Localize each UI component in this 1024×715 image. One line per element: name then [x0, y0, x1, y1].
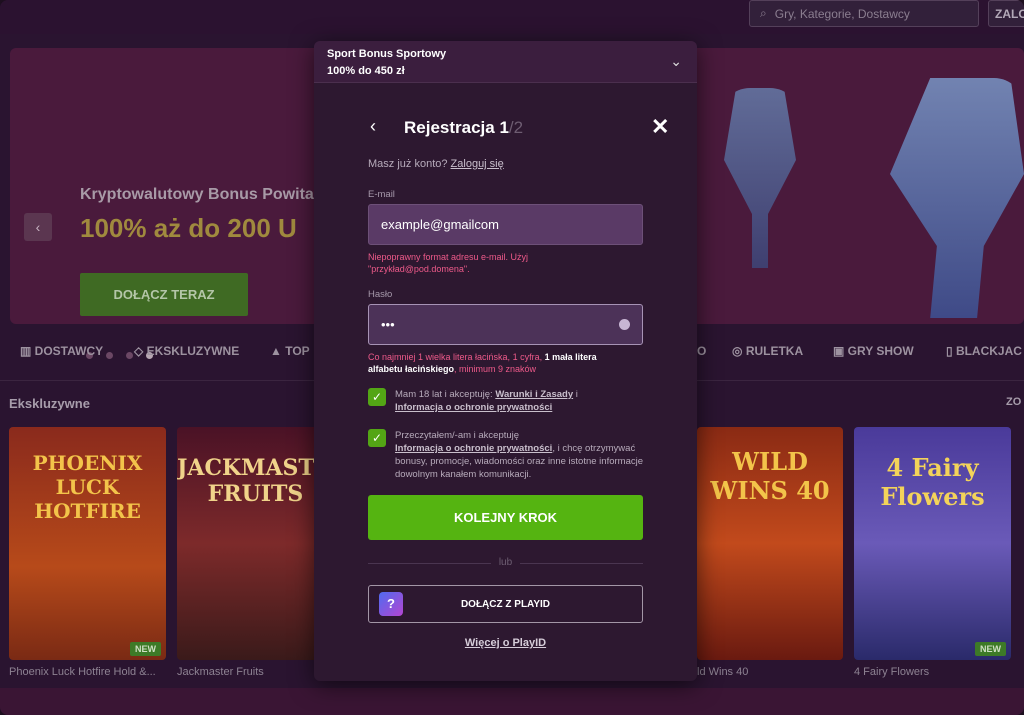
category-providers[interactable]: ▥ DOSTAWCY — [20, 344, 103, 358]
game-label: 4 Fairy Flowers — [854, 666, 930, 678]
section-more-link[interactable]: ZO — [1006, 396, 1021, 408]
playid-icon: ? — [379, 592, 403, 616]
section-title: Ekskluzywne — [9, 396, 90, 411]
marketing-checkbox[interactable]: ✓ — [368, 429, 386, 447]
bitcoin-trophy-icon — [890, 78, 1024, 318]
game-label: Phoenix Luck Hotfire Hold &... — [9, 666, 156, 678]
category-top[interactable]: ▲ TOP — [270, 344, 310, 358]
category-blackjack[interactable]: ▯ BLACKJAC — [946, 344, 1022, 358]
age-terms-checkbox[interactable]: ✓ — [368, 388, 386, 406]
chevron-left-icon[interactable]: ‹ — [24, 213, 52, 241]
close-icon[interactable]: ✕ — [651, 114, 669, 140]
banner-headline: 100% aż do 200 U — [80, 213, 297, 243]
game-title-art: 4 Fairy Flowers — [880, 453, 985, 511]
game-card[interactable]: JACKMASTER FRUITS — [177, 427, 334, 660]
back-arrow-icon[interactable]: ‹ — [370, 116, 376, 137]
email-field[interactable]: example@gmailcom — [368, 204, 643, 245]
category-roulette[interactable]: ◎ RULETKA — [732, 344, 803, 358]
game-title-art: PHOENIX LUCK HOTFIRE — [32, 451, 143, 523]
new-badge: NEW — [130, 642, 161, 656]
login-button[interactable]: ZALO — [988, 0, 1024, 27]
password-hint: Co najmniej 1 wielka litera łacińska, 1 … — [368, 352, 597, 374]
or-separator: lub — [314, 557, 697, 568]
playid-button[interactable]: ? DOŁĄCZ Z PLAYID — [368, 585, 643, 623]
game-card[interactable]: PHOENIX LUCK HOTFIRE NEW — [9, 427, 166, 660]
game-label: ld Wins 40 — [697, 666, 749, 678]
password-field[interactable]: ••• — [368, 304, 643, 345]
game-label: Jackmaster Fruits — [177, 666, 264, 678]
game-card[interactable]: WILD WINS 40 — [697, 427, 843, 660]
game-title-art: JACKMASTER FRUITS — [177, 455, 334, 507]
bitcoin-trophy-icon — [724, 88, 796, 268]
bonus-amount: 100% do 450 zł — [327, 65, 405, 77]
next-step-button[interactable]: KOLEJNY KROK — [368, 495, 643, 540]
password-value: ••• — [381, 317, 395, 332]
category-exclusive[interactable]: ◇ EKSKLUZYWNE — [134, 344, 239, 358]
modal-title: Rejestracja 1/2 — [404, 118, 524, 137]
bottom-strip — [0, 688, 1024, 715]
registration-modal: Sport Bonus Sportowy 100% do 450 zł ⌄ ‹ … — [314, 41, 697, 681]
playid-label: DOŁĄCZ Z PLAYID — [460, 599, 551, 610]
bonus-name: Sport Bonus Sportowy — [327, 48, 447, 60]
category-partial[interactable]: O — [697, 344, 706, 358]
top-bar: ⌕ Gry, Kategorie, Dostawcy ZALO — [0, 0, 1024, 34]
page: ⌕ Gry, Kategorie, Dostawcy ZALO ‹ Krypto… — [0, 0, 1024, 715]
search-input[interactable]: ⌕ Gry, Kategorie, Dostawcy — [749, 0, 979, 27]
search-placeholder: Gry, Kategorie, Dostawcy — [774, 6, 910, 21]
email-label: E-mail — [368, 189, 395, 200]
password-label: Hasło — [368, 289, 393, 300]
game-card[interactable]: 4 Fairy Flowers NEW — [854, 427, 1011, 660]
chevron-down-icon: ⌄ — [670, 53, 682, 69]
search-icon: ⌕ — [760, 6, 767, 20]
privacy-link[interactable]: Informacja o ochronie prywatności — [395, 402, 552, 413]
game-title-art: WILD WINS 40 — [710, 447, 830, 505]
privacy-link[interactable]: Informacja o ochronie prywatności — [395, 443, 552, 454]
bonus-selector[interactable]: Sport Bonus Sportowy 100% do 450 zł ⌄ — [314, 41, 697, 83]
modal-header: ‹ Rejestracja 1/2 ✕ — [314, 113, 697, 143]
marketing-text: Przeczytałem/-am i akceptuję Informacja … — [395, 430, 643, 480]
new-badge: NEW — [975, 642, 1006, 656]
banner-subtitle: Kryptowalutowy Bonus Powitalny — [80, 186, 337, 203]
age-terms-text: Mam 18 lat i akceptuję: Warunki i Zasady… — [395, 389, 578, 413]
login-link[interactable]: Zaloguj się — [451, 158, 504, 170]
playid-more-link[interactable]: Więcej o PlayID — [314, 637, 697, 649]
email-error: Niepoprawny format adresu e-mail. Użyj "… — [368, 252, 529, 274]
show-password-icon[interactable] — [619, 319, 630, 330]
terms-link[interactable]: Warunki i Zasady — [495, 389, 573, 400]
login-prompt: Masz już konto? Zaloguj się — [368, 158, 504, 170]
join-now-button[interactable]: DOŁĄCZ TERAZ — [80, 273, 248, 316]
category-game-show[interactable]: ▣ GRY SHOW — [833, 344, 914, 358]
